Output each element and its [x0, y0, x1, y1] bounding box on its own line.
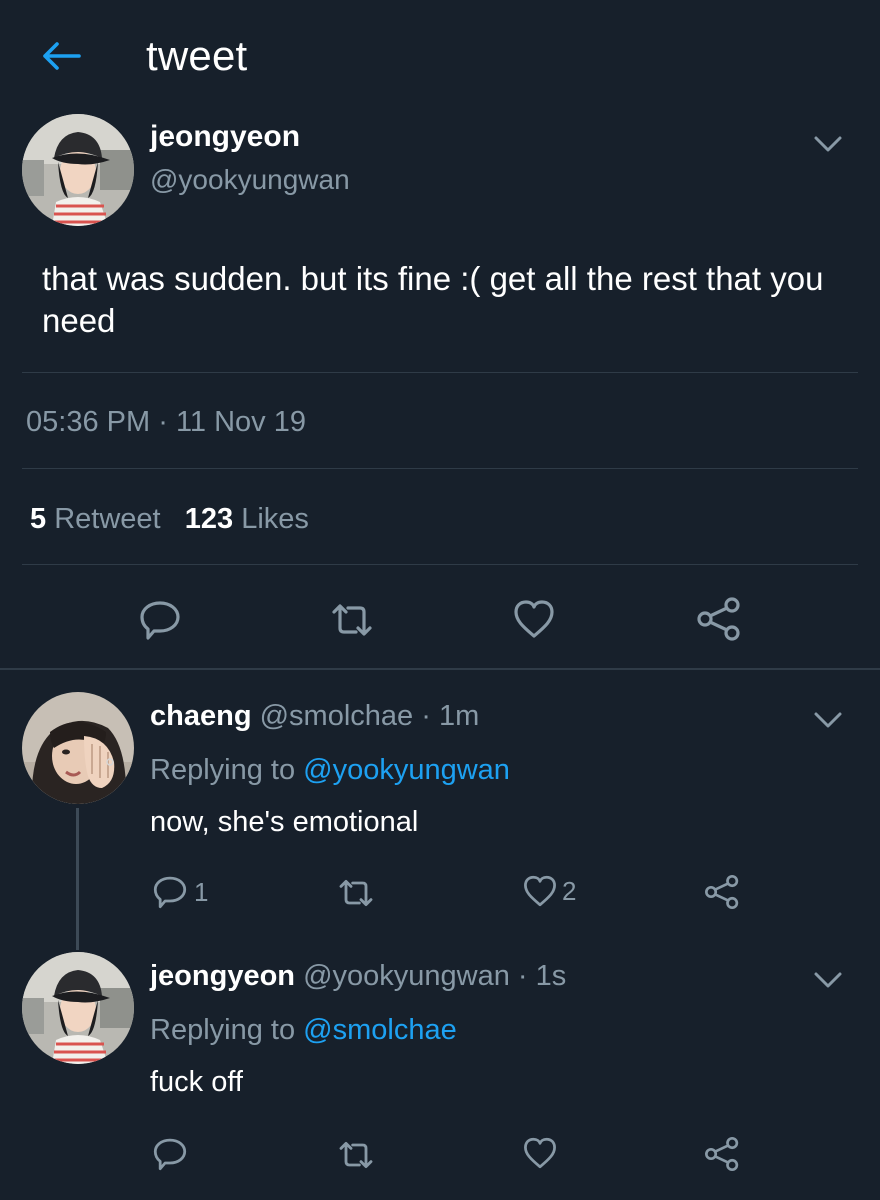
author-avatar[interactable] — [22, 114, 134, 226]
tweet-timestamp[interactable]: 05:36 PM · 11 Nov 19 — [26, 406, 306, 439]
retweet-button[interactable] — [328, 600, 376, 640]
back-button[interactable] — [36, 34, 86, 78]
replying-prefix: Replying to — [150, 754, 296, 786]
reply-button[interactable] — [138, 598, 182, 642]
like-icon — [524, 1137, 556, 1169]
chevron-down-icon[interactable] — [810, 708, 846, 732]
retweet-label: Retweet — [54, 503, 161, 535]
header-bar: tweet — [0, 0, 880, 110]
like-icon — [524, 875, 556, 907]
tweet-time: 05:36 PM — [26, 406, 151, 438]
reply-author-handle[interactable]: @yookyungwan — [303, 960, 510, 992]
reply-text: now, she's emotional — [150, 806, 419, 838]
back-arrow-icon — [43, 42, 81, 70]
retweet-button[interactable] — [336, 1138, 376, 1172]
retweet-stat[interactable]: 5 Retweet — [30, 503, 161, 535]
reply-header: chaeng @smolchae · 1m — [150, 700, 479, 733]
author-name[interactable]: jeongyeon — [150, 120, 300, 154]
reply-separator: · — [421, 700, 431, 732]
like-button[interactable]: 2 — [522, 874, 576, 908]
replying-to-line: Replying to @smolchae — [150, 1014, 457, 1047]
reply-separator: · — [517, 960, 528, 992]
reply-author-name[interactable]: chaeng — [150, 700, 252, 732]
replying-prefix: Replying to — [150, 1014, 296, 1046]
share-icon — [705, 875, 739, 909]
replying-to-line: Replying to @yookyungwan — [150, 754, 510, 787]
tweet-stats: 5 Retweet 123 Likes — [30, 503, 309, 536]
retweet-icon — [339, 1141, 373, 1169]
thread-line — [76, 808, 79, 950]
share-button[interactable] — [696, 596, 742, 642]
page-title: tweet — [146, 32, 248, 79]
retweet-count: 5 — [30, 503, 47, 535]
share-button[interactable] — [704, 874, 740, 910]
retweet-icon — [339, 879, 373, 907]
like-button[interactable] — [512, 598, 556, 640]
reply-age: 1s — [535, 960, 567, 992]
like-stat[interactable]: 123 Likes — [185, 503, 309, 535]
divider — [22, 564, 858, 565]
chevron-down-icon[interactable] — [810, 968, 846, 992]
reply-count: 1 — [194, 876, 209, 907]
replying-to-link[interactable]: @yookyungwan — [303, 754, 510, 786]
share-icon — [697, 597, 740, 641]
like-label: Likes — [241, 503, 309, 535]
reply-text: fuck off — [150, 1066, 243, 1098]
reply-header: jeongyeon @yookyungwan · 1s — [150, 960, 566, 993]
share-button[interactable] — [704, 1136, 740, 1172]
reply-author-name[interactable]: jeongyeon — [150, 960, 295, 992]
section-divider — [0, 668, 880, 670]
reply-button[interactable]: 1 — [152, 874, 208, 910]
like-button[interactable] — [522, 1136, 558, 1170]
divider — [22, 468, 858, 469]
replying-to-link[interactable]: @smolchae — [303, 1014, 457, 1046]
retweet-icon — [332, 604, 372, 636]
like-count: 2 — [562, 875, 577, 906]
reply-icon — [153, 1138, 187, 1171]
author-handle[interactable]: @yookyungwan — [150, 164, 350, 196]
date-separator: · — [158, 406, 168, 438]
tweet-detail-screen: tweet jeongyeon @yookyungwan that was su… — [0, 0, 880, 1200]
divider — [22, 372, 858, 373]
share-icon — [705, 1137, 739, 1171]
retweet-button[interactable] — [336, 876, 376, 910]
chevron-down-icon[interactable] — [810, 132, 846, 156]
reply-avatar[interactable] — [22, 692, 134, 804]
like-icon — [514, 600, 554, 638]
like-count: 123 — [184, 503, 234, 535]
tweet-date: 11 Nov 19 — [175, 406, 306, 438]
tweet-text: that was sudden. but its fine :( get all… — [42, 260, 824, 339]
reply-author-handle[interactable]: @smolchae — [260, 700, 414, 732]
reply-button[interactable] — [152, 1136, 188, 1172]
reply-avatar[interactable] — [22, 952, 134, 1064]
reply-icon — [140, 601, 180, 640]
reply-age: 1m — [438, 700, 480, 732]
reply-icon — [153, 876, 187, 909]
